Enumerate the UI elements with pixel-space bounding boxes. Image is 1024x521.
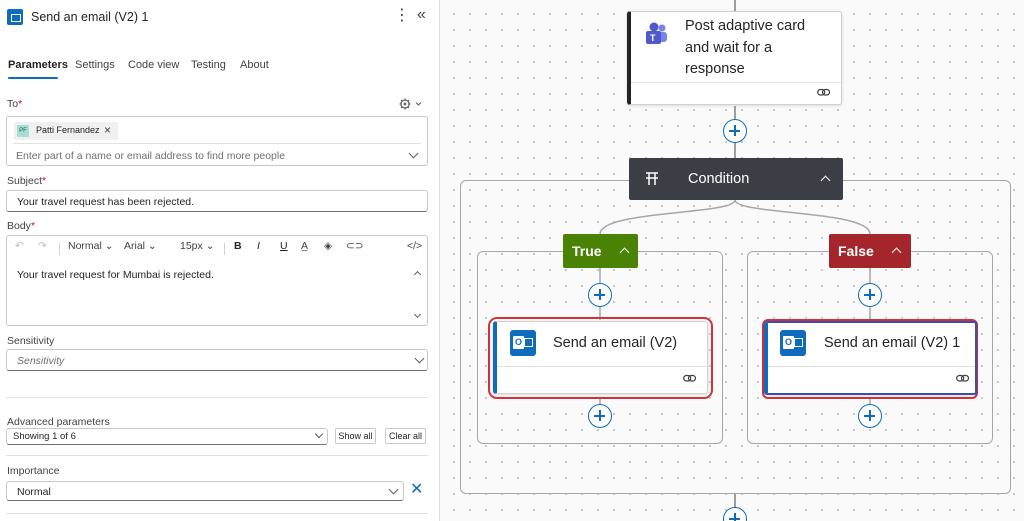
to-search-input[interactable]: Enter part of a name or email address to…	[16, 150, 285, 162]
collapse-true-icon[interactable]	[619, 247, 630, 258]
toolbar-separator	[59, 243, 60, 255]
tab-settings[interactable]: Settings	[75, 59, 115, 71]
chevron-down-icon[interactable]	[314, 429, 324, 439]
importance-value: Normal	[17, 486, 51, 498]
subject-input[interactable]: Your travel request has been rejected.	[6, 190, 428, 212]
action-details-panel: Send an email (V2) 1 ⋮ « Parameters Sett…	[0, 0, 440, 521]
collapse-false-icon[interactable]	[891, 247, 902, 258]
section-divider	[6, 397, 428, 398]
outlook-icon	[7, 9, 23, 25]
active-tab-indicator	[8, 77, 58, 79]
send-email-v2-title: Send an email (V2)	[553, 335, 678, 351]
false-branch-label: False	[838, 243, 874, 259]
advanced-parameters-label: Advanced parameters	[7, 416, 110, 428]
recipient-avatar: PF	[17, 125, 29, 137]
panel-header: Send an email (V2) 1 ⋮ «	[0, 0, 439, 36]
subject-label: Subject*	[7, 175, 47, 187]
section-divider	[6, 513, 428, 514]
card-divider	[768, 366, 975, 367]
link-icon[interactable]	[956, 374, 970, 383]
tab-about[interactable]: About	[240, 59, 269, 71]
redo-icon[interactable]: ↷	[38, 240, 47, 252]
font-style-select[interactable]: Normal ⌄	[68, 240, 114, 252]
collapse-panel-icon[interactable]: «	[417, 6, 426, 24]
tab-testing[interactable]: Testing	[191, 59, 226, 71]
app-root: Send an email (V2) 1 ⋮ « Parameters Sett…	[0, 0, 1024, 521]
font-color-icon[interactable]: A̲	[301, 240, 308, 252]
true-branch-label: True	[572, 243, 602, 259]
send-email-v2-action[interactable]: O Send an email (V2)	[493, 321, 708, 394]
chevron-down-icon[interactable]	[414, 353, 425, 364]
connector-line	[734, 494, 736, 508]
flow-canvas[interactable]: T Post adaptive card and wait for a resp…	[440, 0, 1024, 521]
add-action-true-bottom-button[interactable]	[588, 404, 612, 428]
add-action-false-top-button[interactable]	[858, 283, 882, 307]
add-action-true-top-button[interactable]	[588, 283, 612, 307]
remove-recipient-icon[interactable]: ×	[104, 123, 111, 137]
section-divider	[6, 455, 428, 456]
link-icon[interactable]	[683, 374, 697, 383]
recipient-name: Patti Fernandez	[36, 125, 100, 135]
panel-tabs: Parameters Settings Code view Testing Ab…	[0, 56, 439, 80]
sensitivity-placeholder: Sensitivity	[17, 355, 65, 367]
true-branch-header[interactable]: True	[563, 234, 638, 268]
font-family-select[interactable]: Arial ⌄	[124, 240, 157, 252]
italic-button[interactable]: I	[257, 240, 260, 252]
advanced-parameters-dropdown[interactable]: Showing 1 of 6	[6, 428, 328, 445]
highlight-icon[interactable]: ◈	[324, 240, 332, 252]
outlook-icon: O	[780, 330, 806, 356]
outlook-icon: O	[510, 330, 536, 356]
link-icon[interactable]: ⊂⊃	[346, 240, 364, 252]
subject-value: Your travel request has been rejected.	[17, 196, 195, 208]
underline-button[interactable]: U	[280, 240, 288, 252]
body-label: Body*	[7, 220, 36, 232]
tab-code-view[interactable]: Code view	[128, 59, 179, 71]
sensitivity-label: Sensitivity	[7, 335, 55, 347]
card-divider	[497, 366, 707, 367]
code-view-toggle[interactable]: </>	[407, 240, 422, 252]
chevron-down-icon[interactable]	[388, 484, 399, 495]
recipient-chip[interactable]: PF Patti Fernandez ×	[14, 122, 118, 140]
tab-parameters[interactable]: Parameters	[8, 59, 68, 71]
panel-title[interactable]: Send an email (V2) 1	[31, 10, 148, 24]
show-all-button[interactable]: Show all	[335, 428, 376, 444]
send-email-v2-1-title: Send an email (V2) 1	[824, 335, 961, 351]
importance-label: Importance	[7, 465, 60, 477]
sensitivity-dropdown[interactable]: Sensitivity	[6, 349, 428, 371]
false-branch-header[interactable]: False	[829, 234, 911, 268]
add-action-false-bottom-button[interactable]	[858, 404, 882, 428]
bold-button[interactable]: B	[234, 240, 242, 252]
undo-icon[interactable]: ↶	[15, 240, 24, 252]
to-field-divider	[13, 143, 421, 144]
send-email-v2-1-action[interactable]: O Send an email (V2) 1	[764, 321, 977, 395]
clear-all-button[interactable]: Clear all	[385, 428, 426, 444]
body-text[interactable]: Your travel request for Mumbai is reject…	[17, 269, 214, 281]
to-label: To*	[7, 98, 23, 110]
settings-gear-icon[interactable]	[398, 97, 424, 111]
font-size-select[interactable]: 15px ⌄	[180, 240, 215, 252]
more-options-icon[interactable]: ⋮	[394, 7, 410, 25]
remove-parameter-icon[interactable]: ✕	[410, 479, 423, 499]
toolbar-separator	[224, 243, 225, 255]
importance-dropdown[interactable]: Normal	[6, 481, 404, 501]
advanced-parameters-value: Showing 1 of 6	[13, 431, 76, 442]
